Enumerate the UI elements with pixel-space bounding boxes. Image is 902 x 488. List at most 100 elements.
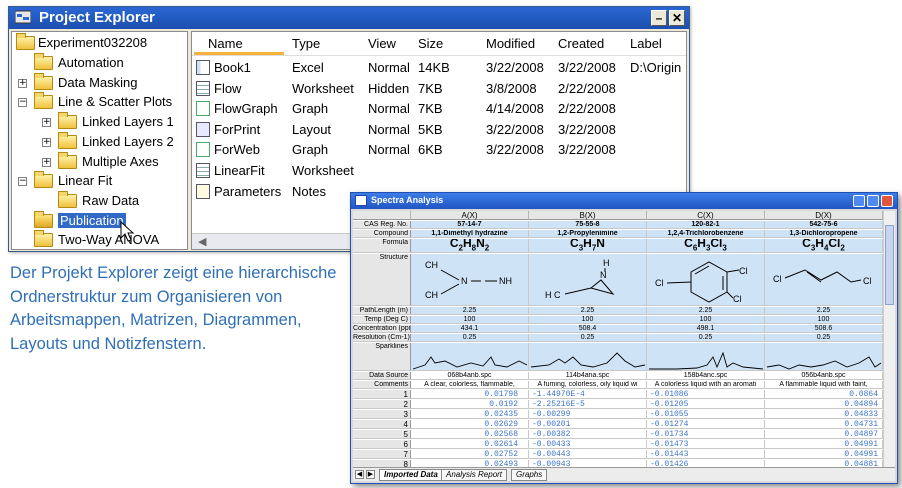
formula-cell[interactable]: C3H7N [529,239,647,253]
data-cell[interactable]: -0.01473 [647,440,765,449]
expand-icon[interactable]: + [42,157,51,167]
row-label[interactable]: Comments [353,381,411,389]
expand-icon[interactable]: + [42,137,51,147]
data-cell[interactable]: -0.00299 [529,410,647,419]
maximize-button[interactable] [867,195,879,207]
data-cell[interactable]: -0.01734 [647,430,765,439]
data-cell[interactable]: -0.01205 [647,400,765,409]
data-cell[interactable]: 0.04991 [765,440,883,449]
collapse-icon[interactable]: − [18,98,27,108]
column-header-modified[interactable]: Modified [486,36,535,51]
row-number[interactable]: 1 [353,390,411,399]
spectra-title-bar[interactable]: Spectra Analysis [351,193,897,209]
folder-tree[interactable]: Experiment032208 Automation Data Masking +… [11,31,188,250]
list-row[interactable]: LinearFit Worksheet [192,162,686,180]
meta-cell[interactable]: 0.25 [411,334,529,342]
meta-cell[interactable]: A clear, colorless, flammable, [411,381,529,389]
structure-cell[interactable]: CH CH N NH [411,254,529,306]
data-cell[interactable]: 0.02629 [411,420,529,429]
data-cell[interactable]: -0.00433 [529,440,647,449]
tab-graphs[interactable]: Graphs [511,469,548,481]
data-cell[interactable]: 0.04881 [765,460,883,467]
meta-cell[interactable]: 57-14-7 [411,221,529,229]
data-cell[interactable]: 0.04991 [765,450,883,459]
column-header-view[interactable]: View [368,36,396,51]
row-number[interactable]: 5 [353,430,411,439]
row-label[interactable]: Temp (Deg C) [353,316,411,324]
meta-cell[interactable]: 1,2-Propylenimine [529,230,647,238]
meta-cell[interactable]: 100 [529,316,647,324]
data-cell[interactable]: 0.0192 [411,400,529,409]
data-cell[interactable]: 0.02752 [411,450,529,459]
column-header-name[interactable]: Name [208,36,243,51]
meta-cell[interactable]: 114b4ana.spc [529,372,647,380]
sparkline-cell[interactable] [411,343,529,371]
tab-analysis-report[interactable]: Analysis Report [441,469,508,481]
data-cell[interactable]: -0.01086 [647,390,765,399]
meta-cell[interactable]: 2.25 [765,307,883,315]
data-cell[interactable]: 0.04731 [765,420,883,429]
row-number[interactable]: 4 [353,420,411,429]
data-cell[interactable]: -0.01426 [647,460,765,467]
meta-cell[interactable]: 542-75-6 [765,221,883,229]
grid-corner[interactable] [353,211,411,220]
list-row[interactable]: Flow Worksheet Hidden 7KB 3/8/2008 2/22/2008 [192,80,686,98]
column-header-label[interactable]: Label [630,36,662,51]
meta-cell[interactable]: A colorless liquid with an aromati [647,381,765,389]
meta-cell[interactable]: 158b4anc.spc [647,372,765,380]
row-label[interactable]: Structure [353,254,411,306]
meta-cell[interactable]: 1,3-Dichloropropene [765,230,883,238]
row-number[interactable]: 8 [353,460,411,467]
sparkline-cell[interactable] [647,343,765,371]
data-cell[interactable]: 0.01798 [411,390,529,399]
row-label[interactable]: Concentration (ppm) [353,325,411,333]
tab-nav-next-icon[interactable]: ▶ [366,470,375,479]
row-label[interactable]: Data Source [353,372,411,380]
meta-cell[interactable]: 100 [411,316,529,324]
formula-cell[interactable]: C6H3Cl3 [647,239,765,253]
row-label[interactable]: PathLength (m) [353,307,411,315]
close-button[interactable]: ✕ [669,10,685,26]
data-cell[interactable]: 0.02568 [411,430,529,439]
data-cell[interactable]: -0.01443 [647,450,765,459]
sparkline-cell[interactable] [529,343,647,371]
tab-imported-data[interactable]: Imported Data [379,469,443,481]
column-header[interactable]: B(X) [529,211,647,220]
list-row[interactable]: ForPrint Layout Normal 5KB 3/22/2008 3/22/200… [192,121,686,139]
minimize-button[interactable]: – [651,10,667,26]
tab-nav-prev-icon[interactable]: ◀ [355,470,364,479]
expand-icon[interactable]: + [18,78,27,88]
data-cell[interactable]: 0.02493 [411,460,529,467]
meta-cell[interactable]: 100 [765,316,883,324]
meta-cell[interactable]: 2.25 [529,307,647,315]
data-cell[interactable]: -0.01055 [647,410,765,419]
data-cell[interactable]: 0.04833 [765,410,883,419]
column-header-created[interactable]: Created [558,36,604,51]
data-cell[interactable]: -0.01274 [647,420,765,429]
meta-cell[interactable]: 1,1-Dimethyl hydrazine [411,230,529,238]
expand-icon[interactable]: + [42,118,51,128]
meta-cell[interactable]: 0.25 [647,334,765,342]
meta-cell[interactable]: 1,2,4-Trichlorobenzene [647,230,765,238]
column-header[interactable]: D(X) [765,211,883,220]
meta-cell[interactable]: 498.1 [647,325,765,333]
list-row[interactable]: Book1 Excel Normal 14KB 3/22/2008 3/22/2008 D:… [192,59,686,77]
sparkline-cell[interactable] [765,343,883,371]
close-button[interactable] [881,195,893,207]
meta-cell[interactable]: 508.6 [765,325,883,333]
meta-cell[interactable]: 120-82-1 [647,221,765,229]
meta-cell[interactable]: 100 [647,316,765,324]
scroll-thumb[interactable] [885,225,894,305]
data-cell[interactable]: 0.0864 [765,390,883,399]
data-cell[interactable]: -0.00201 [529,420,647,429]
data-cell[interactable]: -0.00443 [529,450,647,459]
data-cell[interactable]: -2.25216E-5 [529,400,647,409]
structure-cell[interactable]: Cl Cl Cl [647,254,765,306]
data-cell[interactable]: -0.00382 [529,430,647,439]
structure-cell[interactable]: Cl Cl [765,254,883,306]
meta-cell[interactable]: 434.1 [411,325,529,333]
meta-cell[interactable]: 75-55-8 [529,221,647,229]
row-number[interactable]: 3 [353,410,411,419]
row-number[interactable]: 2 [353,400,411,409]
meta-cell[interactable]: 2.25 [411,307,529,315]
